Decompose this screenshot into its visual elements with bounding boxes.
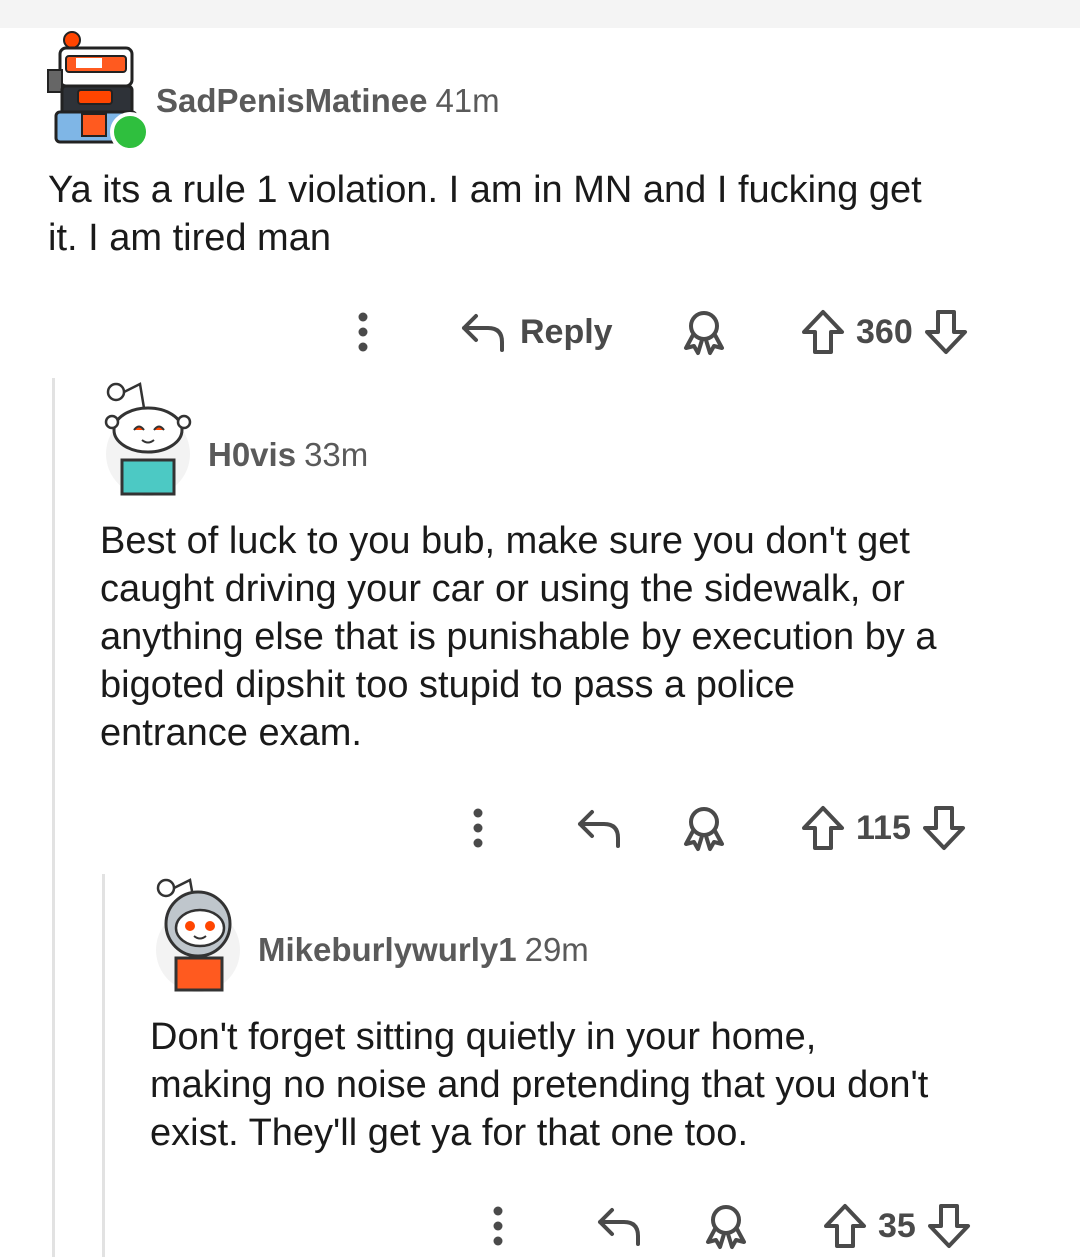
- more-icon: [473, 808, 483, 848]
- vote-controls: 35: [822, 1200, 972, 1252]
- comment-body-line: Best of luck to you bub, make sure you d…: [100, 520, 910, 562]
- comment-body-line: entrance exam.: [100, 712, 362, 754]
- thread-line[interactable]: [102, 874, 105, 1257]
- award-button[interactable]: [680, 802, 728, 854]
- award-icon: [706, 1205, 746, 1249]
- comment-body: Ya its a rule 1 violation. I am in MN an…: [48, 166, 1048, 262]
- award-icon: [684, 311, 724, 355]
- reply-icon: [462, 314, 504, 352]
- upvote-icon[interactable]: [800, 804, 846, 852]
- comment-body-line: anything else that is punishable by exec…: [100, 616, 937, 658]
- comment-body: Don't forget sitting quietly in your hom…: [150, 1013, 1060, 1157]
- award-button[interactable]: [680, 306, 728, 358]
- username[interactable]: SadPenisMatinee: [156, 82, 427, 119]
- comment-body-line: making no noise and pretending that you …: [150, 1064, 929, 1106]
- downvote-icon[interactable]: [926, 1202, 972, 1250]
- comment-body-line: caught driving your car or using the sid…: [100, 568, 905, 610]
- username[interactable]: H0vis: [208, 436, 296, 473]
- more-options-button[interactable]: [485, 1200, 511, 1252]
- avatar[interactable]: [154, 872, 242, 992]
- reply-button[interactable]: [574, 802, 622, 854]
- vote-controls: 360: [800, 306, 969, 358]
- reply-label: Reply: [520, 312, 613, 351]
- timestamp: 33m: [304, 436, 369, 473]
- more-icon: [358, 312, 368, 352]
- comment-body-line: exist. They'll get ya for that one too.: [150, 1112, 748, 1154]
- reply-icon: [578, 810, 620, 848]
- comment-header: Mikeburlywurly1 29m: [258, 931, 589, 969]
- comment-header: H0vis 33m: [208, 436, 368, 474]
- avatar[interactable]: [104, 376, 192, 496]
- comment-body-line: Ya its a rule 1 violation. I am in MN an…: [48, 169, 922, 211]
- comment-body-line: it. I am tired man: [48, 217, 331, 259]
- vote-count: 360: [856, 312, 913, 351]
- award-button[interactable]: [702, 1200, 750, 1252]
- upvote-icon[interactable]: [800, 308, 846, 356]
- comment-header: SadPenisMatinee 41m: [156, 82, 500, 120]
- thread-line[interactable]: [52, 378, 55, 1257]
- more-options-button[interactable]: [350, 306, 376, 358]
- more-options-button[interactable]: [465, 802, 491, 854]
- comment-body-line: Don't forget sitting quietly in your hom…: [150, 1016, 817, 1058]
- downvote-icon[interactable]: [921, 804, 967, 852]
- vote-count: 35: [878, 1206, 916, 1245]
- vote-count: 115: [856, 808, 911, 847]
- upvote-icon[interactable]: [822, 1202, 868, 1250]
- timestamp: 29m: [524, 931, 589, 968]
- more-icon: [493, 1206, 503, 1246]
- award-icon: [684, 807, 724, 851]
- reply-button[interactable]: Reply: [458, 306, 613, 358]
- downvote-icon[interactable]: [923, 308, 969, 356]
- username[interactable]: Mikeburlywurly1: [258, 931, 517, 968]
- online-status-dot: [110, 112, 150, 152]
- vote-controls: 115: [800, 802, 967, 854]
- comment-body: Best of luck to you bub, make sure you d…: [100, 517, 1060, 757]
- comment-body-line: bigoted dipshit too stupid to pass a pol…: [100, 664, 796, 706]
- top-strip: [0, 0, 1080, 28]
- reply-icon: [598, 1208, 640, 1246]
- timestamp: 41m: [435, 82, 500, 119]
- reply-button[interactable]: [594, 1200, 642, 1252]
